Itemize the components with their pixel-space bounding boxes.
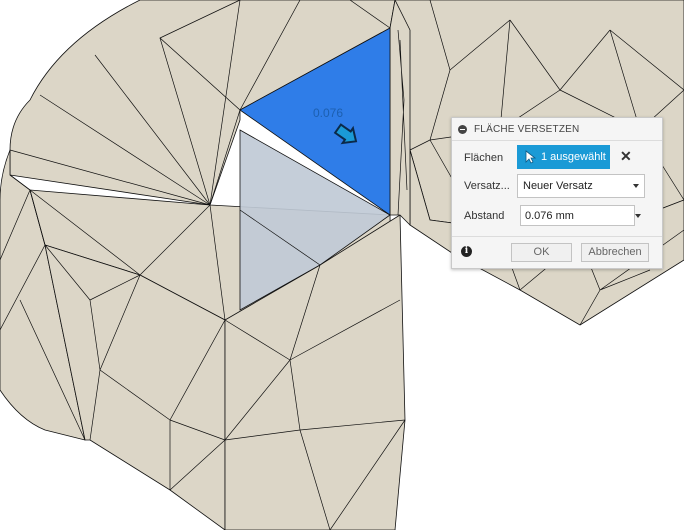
cancel-button[interactable]: Abbrechen: [581, 243, 649, 262]
inner-face[interactable]: [389, 0, 411, 226]
cursor-arrow-icon: [525, 150, 537, 164]
offset-type-value: Neuer Versatz: [523, 180, 593, 192]
chevron-down-icon: [633, 184, 639, 188]
faces-selection-text: 1 ausgewählt: [541, 151, 606, 163]
distance-row: Abstand 0.076 mm: [452, 203, 662, 229]
distance-value: 0.076 mm: [525, 209, 574, 222]
dimension-label: 0.076: [313, 106, 344, 120]
info-icon[interactable]: i: [461, 246, 472, 257]
faces-label: Flächen: [464, 152, 504, 164]
distance-label: Abstand: [464, 210, 505, 222]
dialog-footer: i OK Abbrechen: [452, 236, 662, 269]
offset-face-dialog: FLÄCHE VERSETZEN Flächen 1 ausgewählt ✕ …: [451, 117, 663, 269]
faces-row: Flächen 1 ausgewählt ✕: [452, 145, 662, 171]
ok-button[interactable]: OK: [511, 243, 572, 262]
offset-type-dropdown[interactable]: Neuer Versatz: [517, 174, 645, 198]
distance-input[interactable]: 0.076 mm: [520, 205, 635, 226]
offset-type-row: Versatz... Neuer Versatz: [452, 173, 662, 199]
clear-selection-icon[interactable]: ✕: [620, 148, 632, 165]
faces-selection-button[interactable]: 1 ausgewählt: [517, 145, 610, 169]
dialog-title: FLÄCHE VERSETZEN: [474, 123, 580, 135]
offset-type-label: Versatz...: [464, 180, 510, 192]
collapse-icon[interactable]: [458, 124, 467, 134]
dialog-header: FLÄCHE VERSETZEN: [452, 118, 662, 141]
chevron-down-icon[interactable]: [635, 214, 641, 218]
